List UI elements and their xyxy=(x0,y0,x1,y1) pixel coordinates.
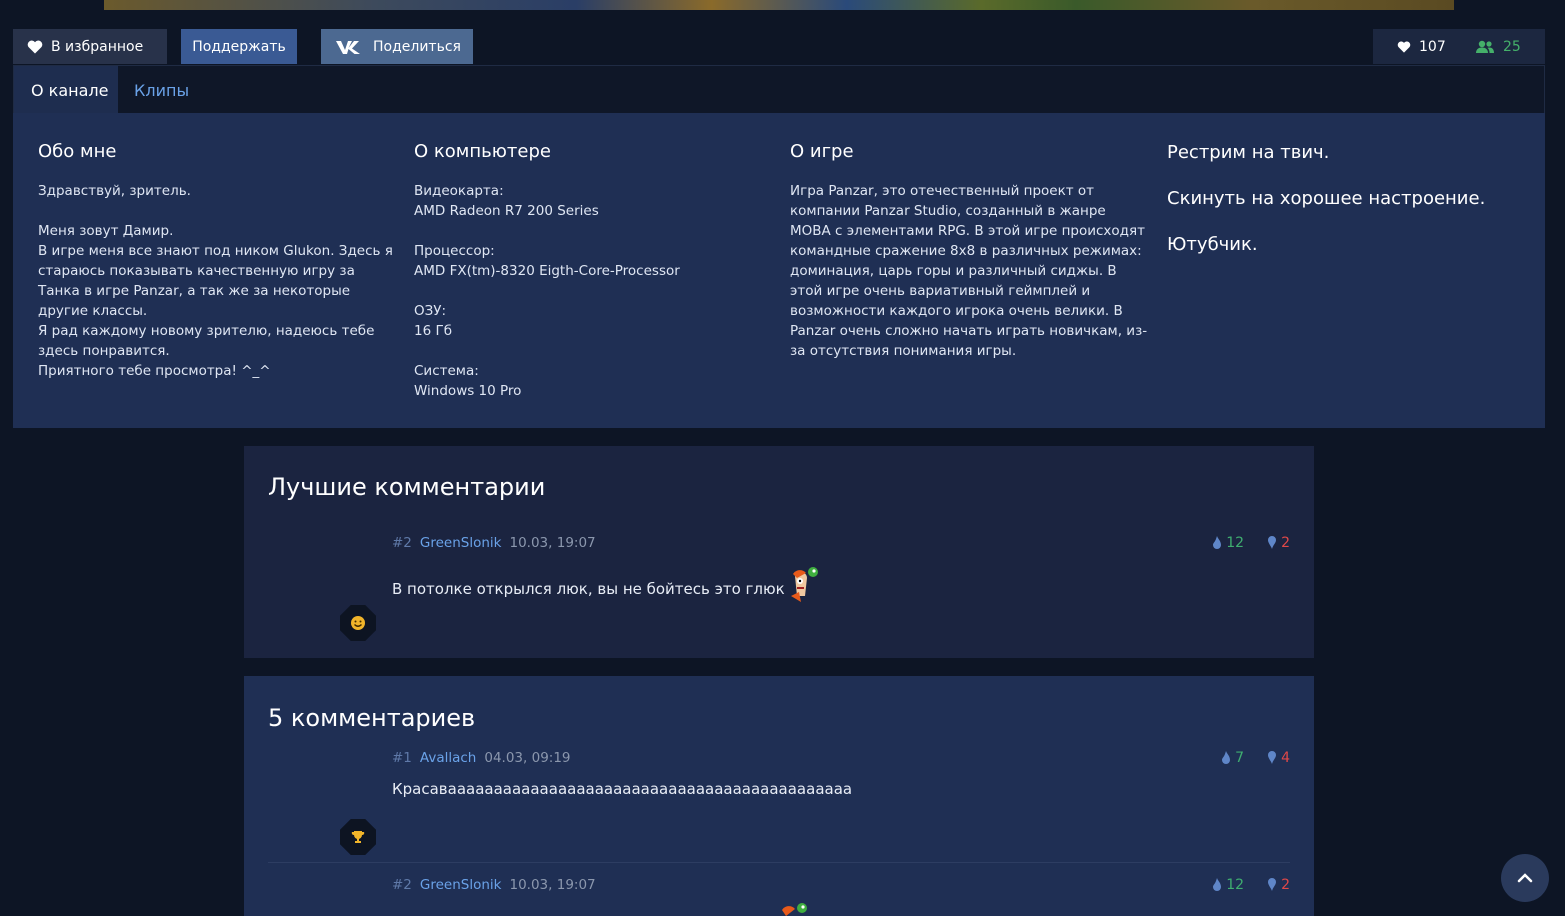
heart-icon xyxy=(1397,40,1411,53)
comment-number[interactable]: #2 xyxy=(392,877,412,893)
favorite-button-label: В избранное xyxy=(51,38,144,55)
comment-author[interactable]: Avallach xyxy=(420,750,476,766)
comment-author[interactable]: GreenSlonik xyxy=(420,877,502,893)
comment-author[interactable]: GreenSlonik xyxy=(420,535,502,551)
user-badge xyxy=(340,605,376,641)
users-icon xyxy=(1476,40,1494,53)
tab-about-label: О канале xyxy=(31,80,109,100)
channel-tabs: О канале Клипы xyxy=(13,65,1545,114)
likes-count: 107 xyxy=(1397,39,1446,55)
emoji-sticker-icon xyxy=(782,903,807,916)
best-comments-title: Лучшие комментарии xyxy=(268,473,546,501)
trophy-badge-icon xyxy=(351,831,365,843)
about-me-title: Обо мне xyxy=(38,141,117,162)
about-me-section: Обо мне Здравствуй, зритель. Меня зовут … xyxy=(38,141,398,381)
thumb-up-icon xyxy=(1213,878,1222,891)
comment-meta: #2 GreenSlonik 10.03, 19:07 xyxy=(392,877,596,893)
comment-text: Красаваааааааааааааааааааааааааааааааааа… xyxy=(392,780,852,798)
comment-text-body: В потолке открылся люк, вы не бойтесь эт… xyxy=(392,580,785,598)
channel-stats: 107 25 xyxy=(1373,29,1545,64)
comment-divider xyxy=(268,862,1290,863)
vote-up-count: 7 xyxy=(1235,750,1245,766)
comment-meta: #1 Avallach 04.03, 09:19 xyxy=(392,750,571,766)
about-pc-text: Видеокарта: AMD Radeon R7 200 Series Про… xyxy=(414,183,680,399)
chevron-up-icon xyxy=(1517,873,1533,883)
favorite-button[interactable]: В избранное xyxy=(13,29,167,64)
thumb-down-icon xyxy=(1268,878,1277,891)
about-game-section: О игре Игра Panzar, это отечественный пр… xyxy=(790,141,1150,361)
about-panel: Обо мне Здравствуй, зритель. Меня зовут … xyxy=(13,113,1545,428)
thumb-down-icon xyxy=(1268,536,1277,549)
followers-value: 25 xyxy=(1503,38,1521,55)
comment-votes: 12 2 xyxy=(1211,535,1290,551)
about-game-text: Игра Panzar, это отечественный проект от… xyxy=(790,183,1148,359)
likes-value: 107 xyxy=(1419,38,1446,55)
about-pc-section: О компьютере Видеокарта: AMD Radeon R7 2… xyxy=(414,141,774,401)
vote-down-count: 2 xyxy=(1281,535,1290,551)
channel-toolbar: В избранное Поддержать Поделиться 107 25 xyxy=(13,29,1545,65)
comment-number[interactable]: #2 xyxy=(392,535,412,551)
comment-date: 10.03, 19:07 xyxy=(509,877,596,893)
user-badge xyxy=(340,819,376,855)
about-pc-title: О компьютере xyxy=(414,141,551,162)
thumb-up-icon xyxy=(1222,751,1231,764)
scroll-to-top-button[interactable] xyxy=(1501,854,1549,902)
share-vk-button[interactable]: Поделиться xyxy=(321,29,473,64)
tab-clips[interactable]: Клипы xyxy=(134,66,189,114)
vote-up-button[interactable]: 7 xyxy=(1220,750,1244,766)
comment-votes: 7 4 xyxy=(1220,750,1290,766)
comment-date: 10.03, 19:07 xyxy=(509,535,596,551)
vk-icon xyxy=(336,40,360,54)
comment-number[interactable]: #1 xyxy=(392,750,412,766)
vote-up-button[interactable]: 12 xyxy=(1211,535,1244,551)
youtube-link[interactable]: Ютубчик. xyxy=(1167,233,1527,256)
support-button[interactable]: Поддержать xyxy=(181,29,297,64)
best-comments-card: Лучшие комментарии #2 GreenSlonik 10.03,… xyxy=(244,446,1314,658)
tab-about-channel[interactable]: О канале xyxy=(14,66,118,114)
heart-icon xyxy=(27,40,43,53)
donate-link[interactable]: Скинуть на хорошее настроение. xyxy=(1167,187,1527,210)
vote-up-button[interactable]: 12 xyxy=(1211,877,1244,893)
emoji-badge-icon xyxy=(351,616,365,630)
comments-count-title: 5 комментариев xyxy=(268,704,476,732)
emoji-sticker-icon xyxy=(790,567,818,602)
vote-down-button[interactable]: 4 xyxy=(1266,750,1290,766)
about-me-text: Здравствуй, зритель. Меня зовут Дамир. В… xyxy=(38,183,393,379)
thumb-down-icon xyxy=(1268,751,1277,764)
tab-clips-label: Клипы xyxy=(134,80,190,100)
channel-banner xyxy=(104,0,1454,10)
thumb-up-icon xyxy=(1213,536,1222,549)
restream-link[interactable]: Рестрим на твич. xyxy=(1167,141,1527,164)
about-extra-section: Рестрим на твич. Скинуть на хорошее наст… xyxy=(1167,141,1527,279)
comment-date: 04.03, 09:19 xyxy=(484,750,571,766)
comment-text: В потолке открылся люк, вы не бойтесь эт… xyxy=(392,567,821,604)
comment-text-body: Красаваааааааааааааааааааааааааааааааааа… xyxy=(392,780,853,798)
vote-down-count: 4 xyxy=(1281,750,1290,766)
share-button-label: Поделиться xyxy=(373,38,461,55)
vote-up-count: 12 xyxy=(1226,535,1245,551)
comment-votes: 12 2 xyxy=(1211,877,1290,893)
vote-down-button[interactable]: 2 xyxy=(1266,535,1290,551)
vote-up-count: 12 xyxy=(1226,877,1245,893)
support-button-label: Поддержать xyxy=(192,38,286,55)
followers-count: 25 xyxy=(1475,39,1521,55)
all-comments-card: 5 комментариев #1 Avallach 04.03, 09:19 … xyxy=(244,676,1314,916)
vote-down-count: 2 xyxy=(1281,877,1290,893)
about-game-title: О игре xyxy=(790,141,854,162)
vote-down-button[interactable]: 2 xyxy=(1266,877,1290,893)
comment-meta: #2 GreenSlonik 10.03, 19:07 xyxy=(392,535,596,551)
